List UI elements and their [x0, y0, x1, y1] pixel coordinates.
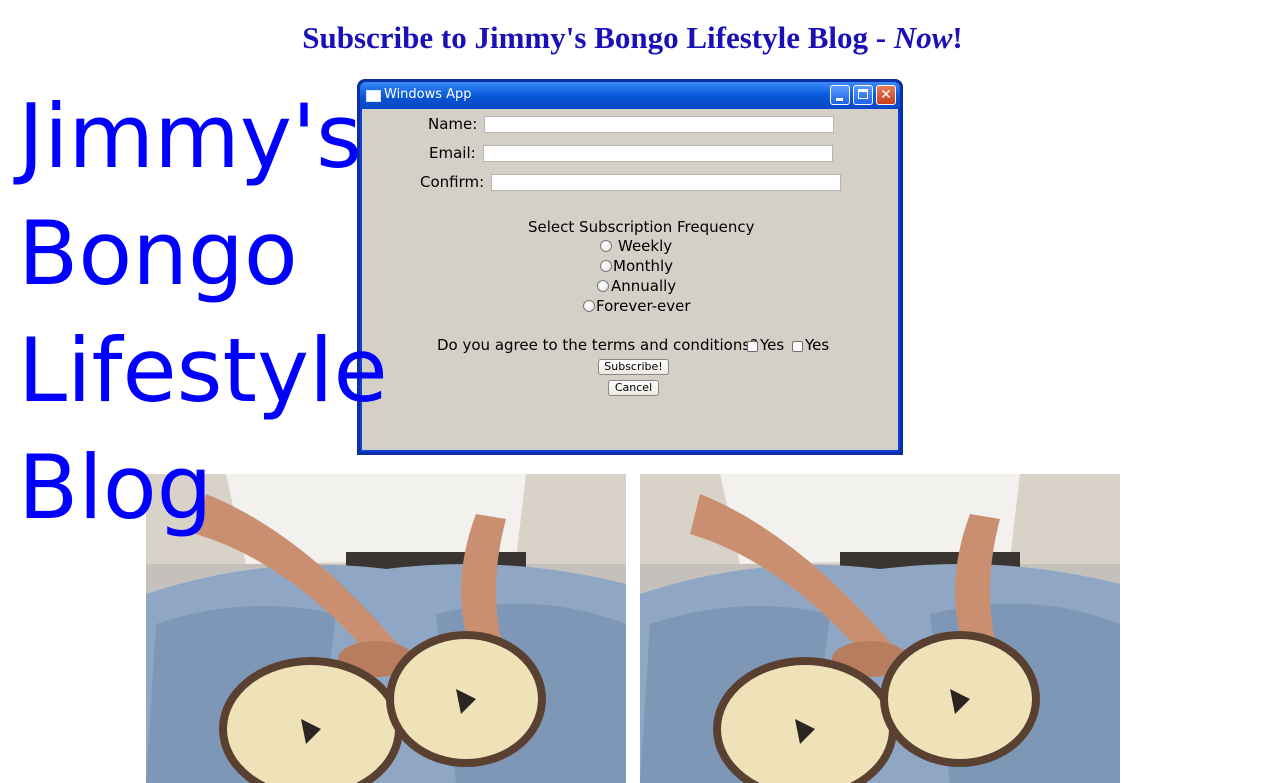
radio-weekly[interactable]	[600, 240, 612, 252]
radio-forever-ever-label: Forever-ever	[596, 297, 691, 315]
minimize-icon	[836, 98, 843, 101]
terms-yes-checkbox-2[interactable]	[792, 341, 803, 352]
banner-text: Subscribe to Jimmy's Bongo Lifestyle Blo…	[302, 20, 894, 55]
maximize-icon	[858, 89, 868, 99]
cancel-button[interactable]: Cancel	[608, 380, 659, 396]
terms-yes-checkbox-1[interactable]	[747, 341, 758, 352]
radio-forever-ever[interactable]	[583, 300, 595, 312]
banner-end: !	[952, 20, 963, 55]
subscribe-banner: Subscribe to Jimmy's Bongo Lifestyle Blo…	[0, 18, 1265, 58]
bongo-photo-right	[640, 474, 1120, 783]
maximize-button[interactable]	[853, 85, 873, 105]
confirm-label: Confirm:	[420, 173, 485, 191]
blog-title-line: Lifestyle	[18, 319, 388, 422]
name-label: Name:	[428, 115, 478, 133]
terms-question: Do you agree to the terms and conditions…	[437, 336, 759, 354]
close-icon: ✕	[880, 87, 892, 103]
blog-title-line: Bongo	[18, 202, 298, 305]
window-title: Windows App	[384, 87, 472, 102]
subscription-window: Windows App ✕ Name: Email: Confirm: Sele…	[358, 80, 902, 454]
window-client-area: Name: Email: Confirm: Select Subscriptio…	[362, 109, 898, 450]
banner-emphasis: Now	[893, 20, 953, 55]
minimize-button[interactable]	[830, 85, 850, 105]
frequency-heading: Select Subscription Frequency	[528, 218, 755, 236]
subscribe-button[interactable]: Subscribe!	[598, 359, 669, 375]
radio-monthly-label: Monthly	[613, 257, 674, 275]
blog-title-line: Jimmy's	[18, 85, 362, 188]
radio-annually[interactable]	[597, 280, 609, 292]
terms-yes-label-1: Yes	[760, 336, 785, 354]
name-field[interactable]	[484, 116, 834, 133]
radio-weekly-label: Weekly	[618, 237, 673, 255]
blog-title: Jimmy's Bongo Lifestyle Blog	[18, 78, 388, 546]
close-button[interactable]: ✕	[876, 85, 896, 105]
radio-annually-label: Annually	[611, 277, 677, 295]
email-field[interactable]	[483, 145, 833, 162]
window-titlebar[interactable]: Windows App ✕	[360, 82, 900, 108]
blog-title-line: Blog	[18, 436, 213, 539]
email-label: Email:	[429, 144, 476, 162]
radio-monthly[interactable]	[600, 260, 612, 272]
confirm-field[interactable]	[491, 174, 841, 191]
terms-yes-label-2: Yes	[805, 336, 830, 354]
